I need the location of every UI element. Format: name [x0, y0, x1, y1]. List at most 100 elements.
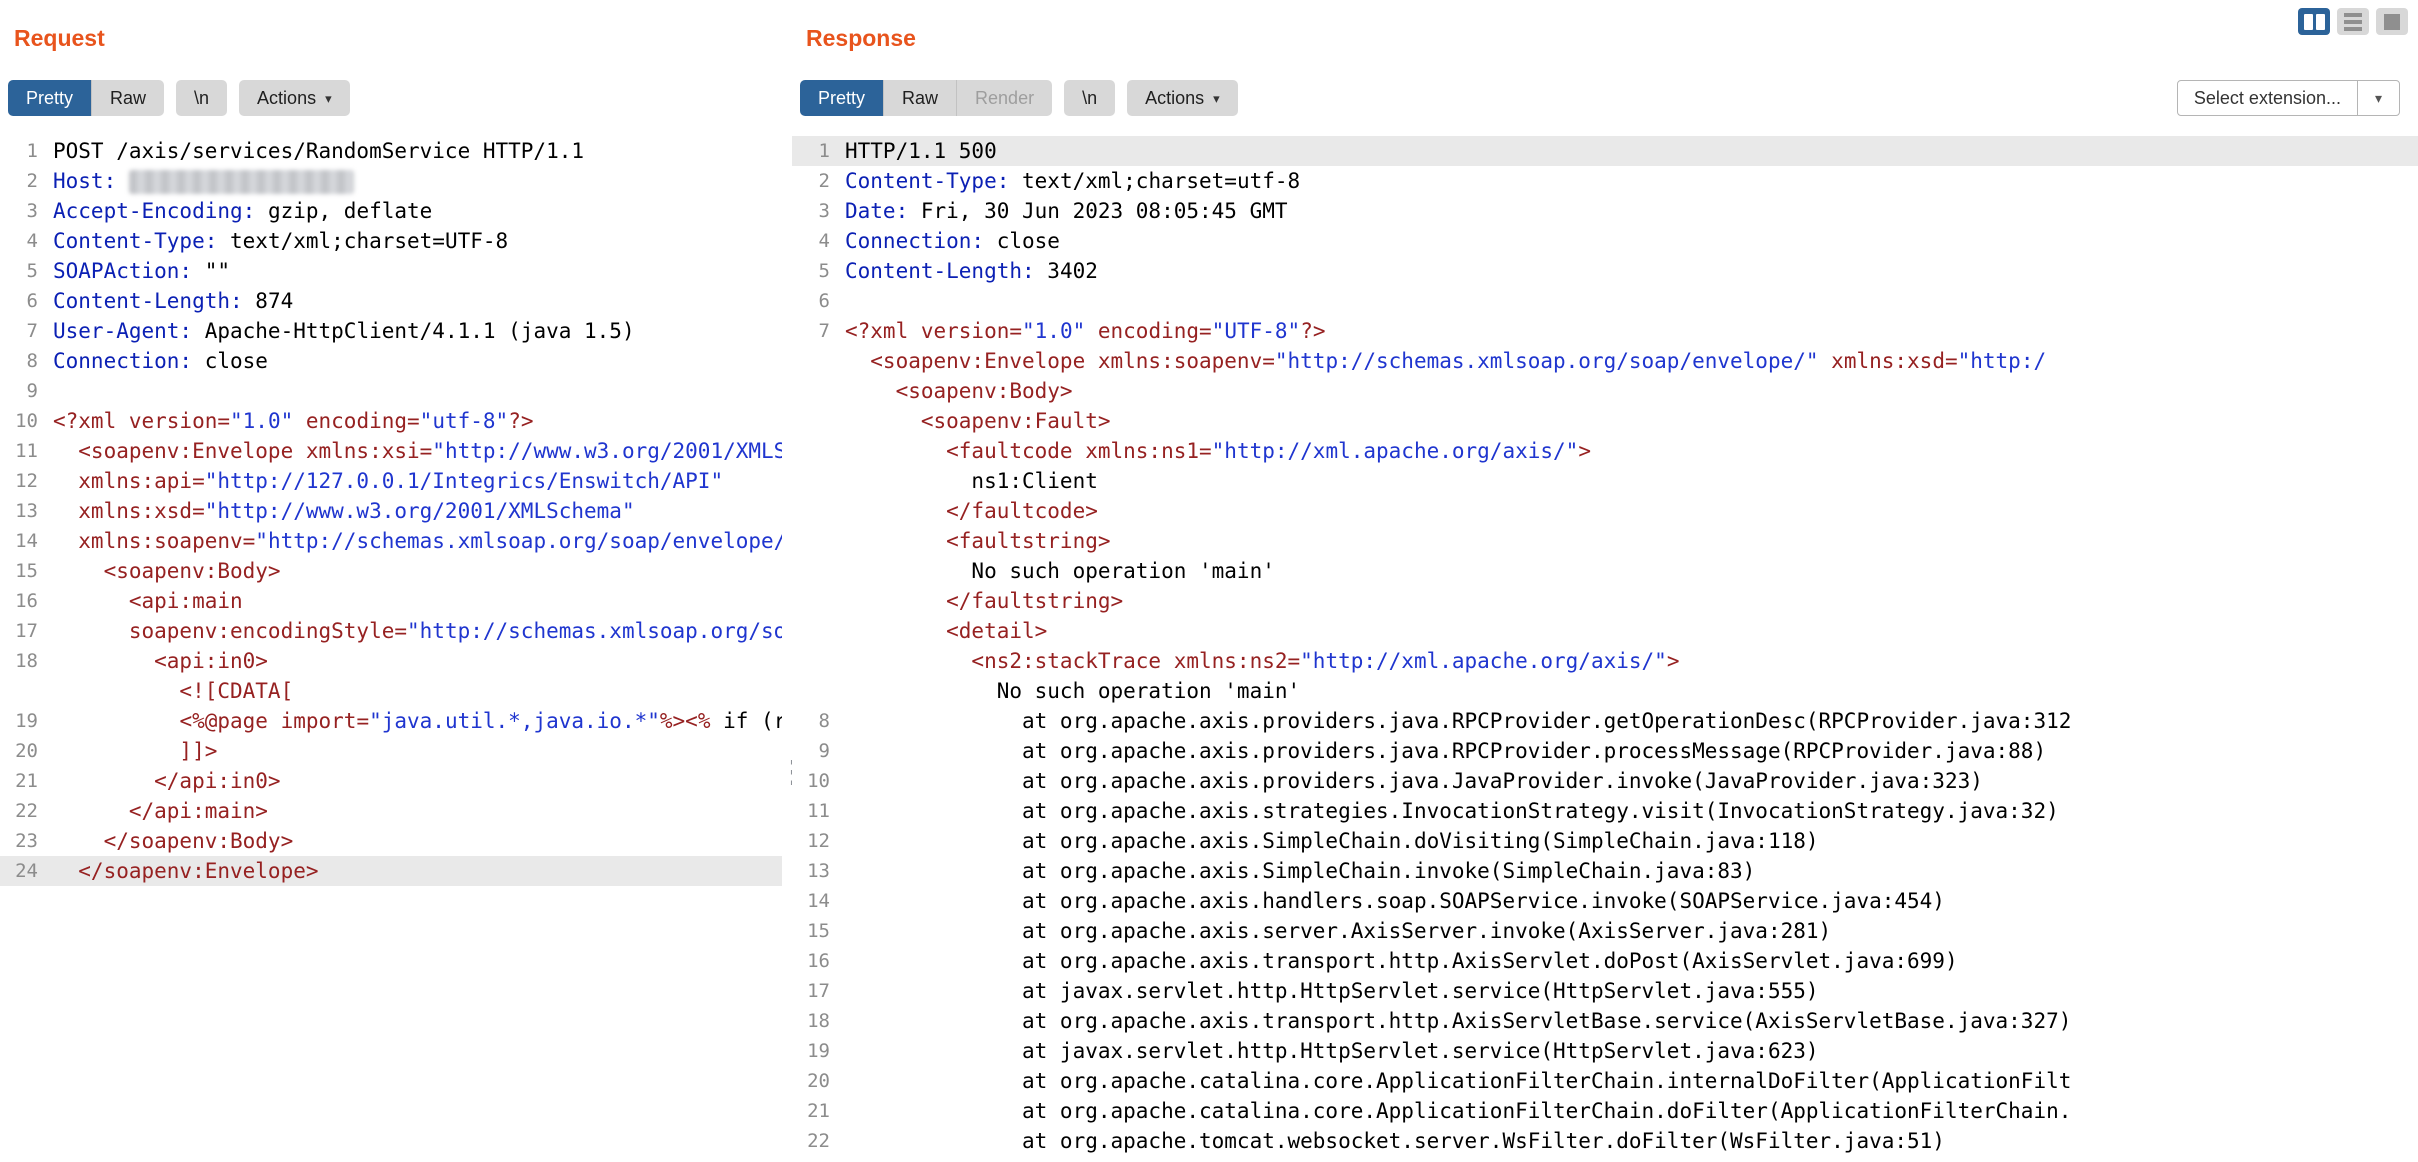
code-line[interactable]: 24 </soapenv:Envelope> — [0, 856, 782, 886]
code-line[interactable]: 3Date: Fri, 30 Jun 2023 08:05:45 GMT — [792, 196, 2418, 226]
code-line[interactable]: 22 </api:main> — [0, 796, 782, 826]
code-line[interactable]: <soapenv:Body> — [792, 376, 2418, 406]
code-token: <soapenv:Fault> — [845, 409, 1111, 433]
code-token: text/xml;charset=utf-8 — [1009, 169, 1300, 193]
code-line[interactable]: 4Connection: close — [792, 226, 2418, 256]
request-actions-button[interactable]: Actions ▾ — [239, 80, 350, 116]
code-line[interactable]: 4Content-Type: text/xml;charset=UTF-8 — [0, 226, 782, 256]
code-line[interactable]: 23 </soapenv:Body> — [0, 826, 782, 856]
code-line[interactable]: 15 <soapenv:Body> — [0, 556, 782, 586]
code-line[interactable]: 17 soapenv:encodingStyle="http://schemas… — [0, 616, 782, 646]
code-token: Content-Length: — [845, 259, 1035, 283]
code-line[interactable]: 17 at javax.servlet.http.HttpServlet.ser… — [792, 976, 2418, 1006]
code-token: Content-Type: — [53, 229, 217, 253]
columns-layout-icon[interactable] — [2298, 8, 2330, 35]
code-line[interactable]: 2Content-Type: text/xml;charset=utf-8 — [792, 166, 2418, 196]
code-line[interactable]: <soapenv:Envelope xmlns:soapenv="http://… — [792, 346, 2418, 376]
code-line[interactable]: 1POST /axis/services/RandomService HTTP/… — [0, 136, 782, 166]
code-line[interactable]: 14 at org.apache.axis.handlers.soap.SOAP… — [792, 886, 2418, 916]
response-actions-button[interactable]: Actions ▾ — [1127, 80, 1238, 116]
code-line[interactable]: 6 — [792, 286, 2418, 316]
code-token: at org.apache.catalina.core.ApplicationF… — [845, 1069, 2071, 1093]
code-token: "http://schemas.xmlsoap.org/soap/encodin… — [407, 619, 782, 643]
code-text: Date: Fri, 30 Jun 2023 08:05:45 GMT — [830, 199, 1288, 223]
request-tab-newline[interactable]: \n — [176, 80, 227, 116]
code-line[interactable]: 5SOAPAction: "" — [0, 256, 782, 286]
request-tab-raw[interactable]: Raw — [91, 80, 164, 116]
code-line[interactable]: 10<?xml version="1.0" encoding="utf-8"?> — [0, 406, 782, 436]
code-line[interactable]: 3Accept-Encoding: gzip, deflate — [0, 196, 782, 226]
code-text: <faultcode xmlns:ns1="http://xml.apache.… — [830, 439, 1591, 463]
code-token: "http://xml.apache.org/axis/" — [1212, 439, 1579, 463]
code-line[interactable]: 11 <soapenv:Envelope xmlns:xsi="http://w… — [0, 436, 782, 466]
code-line[interactable]: 16 at org.apache.axis.transport.http.Axi… — [792, 946, 2418, 976]
code-line[interactable]: <faultstring> — [792, 526, 2418, 556]
line-number: 13 — [792, 860, 830, 882]
code-line[interactable]: </faultstring> — [792, 586, 2418, 616]
code-token: <ns2:stackTrace xmlns:ns2= — [845, 649, 1300, 673]
code-line[interactable]: 16 <api:main — [0, 586, 782, 616]
single-layout-icon[interactable] — [2376, 8, 2408, 35]
code-line[interactable]: 13 at org.apache.axis.SimpleChain.invoke… — [792, 856, 2418, 886]
stacked-layout-icon[interactable] — [2337, 8, 2369, 35]
response-tab-render[interactable]: Render — [956, 80, 1052, 116]
code-line[interactable]: 7User-Agent: Apache-HttpClient/4.1.1 (ja… — [0, 316, 782, 346]
code-line[interactable]: 6Content-Length: 874 — [0, 286, 782, 316]
code-line[interactable]: 21 </api:in0> — [0, 766, 782, 796]
code-line[interactable]: 14 xmlns:soapenv="http://schemas.xmlsoap… — [0, 526, 782, 556]
code-line[interactable]: 13 xmlns:xsd="http://www.w3.org/2001/XML… — [0, 496, 782, 526]
response-tab-pretty[interactable]: Pretty — [800, 80, 883, 116]
code-line[interactable]: 12 xmlns:api="http://127.0.0.1/Integrics… — [0, 466, 782, 496]
code-line[interactable]: 5Content-Length: 3402 — [792, 256, 2418, 286]
code-line[interactable]: 22 at org.apache.tomcat.websocket.server… — [792, 1126, 2418, 1156]
response-tab-newline[interactable]: \n — [1064, 80, 1115, 116]
code-text: at org.apache.axis.SimpleChain.doVisitin… — [830, 829, 1819, 853]
request-editor[interactable]: 1POST /axis/services/RandomService HTTP/… — [0, 136, 782, 886]
code-token: "1.0" — [1022, 319, 1085, 343]
response-editor[interactable]: 1HTTP/1.1 5002Content-Type: text/xml;cha… — [792, 136, 2418, 1156]
code-line[interactable]: 2Host: — [0, 166, 782, 196]
code-line[interactable]: 11 at org.apache.axis.strategies.Invocat… — [792, 796, 2418, 826]
code-line[interactable]: <detail> — [792, 616, 2418, 646]
line-number: 18 — [0, 650, 38, 672]
code-line[interactable]: 15 at org.apache.axis.server.AxisServer.… — [792, 916, 2418, 946]
code-line[interactable]: 9 — [0, 376, 782, 406]
code-line[interactable]: No such operation 'main' — [792, 556, 2418, 586]
code-line[interactable]: <ns2:stackTrace xmlns:ns2="http://xml.ap… — [792, 646, 2418, 676]
code-token: <faultstring> — [845, 529, 1111, 553]
code-line[interactable]: 12 at org.apache.axis.SimpleChain.doVisi… — [792, 826, 2418, 856]
code-line[interactable]: ns1:Client — [792, 466, 2418, 496]
code-token: Content-Length: — [53, 289, 243, 313]
request-tab-pretty[interactable]: Pretty — [8, 80, 91, 116]
code-line[interactable]: 9 at org.apache.axis.providers.java.RPCP… — [792, 736, 2418, 766]
code-line[interactable]: <faultcode xmlns:ns1="http://xml.apache.… — [792, 436, 2418, 466]
code-token: "http:/ — [1958, 349, 2047, 373]
code-token: Apache-HttpClient/4.1.1 (java 1.5) — [192, 319, 635, 343]
code-token: "http://www.w3.org/2001/XMLSchema" — [205, 499, 635, 523]
code-line[interactable]: <![CDATA[ — [0, 676, 782, 706]
code-line[interactable]: 19 <%@page import="java.util.*,java.io.*… — [0, 706, 782, 736]
code-line[interactable]: 20 at org.apache.catalina.core.Applicati… — [792, 1066, 2418, 1096]
code-line[interactable]: 18 at org.apache.axis.transport.http.Axi… — [792, 1006, 2418, 1036]
code-line[interactable]: 21 at org.apache.catalina.core.Applicati… — [792, 1096, 2418, 1126]
code-text: at org.apache.axis.transport.http.AxisSe… — [830, 1009, 2071, 1033]
code-line[interactable]: 19 at javax.servlet.http.HttpServlet.ser… — [792, 1036, 2418, 1066]
line-number: 20 — [792, 1070, 830, 1092]
code-line[interactable]: 8 at org.apache.axis.providers.java.RPCP… — [792, 706, 2418, 736]
code-line[interactable]: 20 ]]> — [0, 736, 782, 766]
code-line[interactable]: 8Connection: close — [0, 346, 782, 376]
panel-splitter[interactable]: ⋮ — [782, 0, 792, 1162]
code-line[interactable]: 18 <api:in0> — [0, 646, 782, 676]
code-line[interactable]: 7<?xml version="1.0" encoding="UTF-8"?> — [792, 316, 2418, 346]
select-extension-dropdown[interactable]: Select extension... ▾ — [2177, 80, 2400, 116]
code-token: </soapenv:Body> — [53, 829, 293, 853]
code-line[interactable]: No such operation 'main' — [792, 676, 2418, 706]
code-text: Content-Type: text/xml;charset=UTF-8 — [38, 229, 508, 253]
code-line[interactable]: </faultcode> — [792, 496, 2418, 526]
line-number: 3 — [0, 200, 38, 222]
code-line[interactable]: <soapenv:Fault> — [792, 406, 2418, 436]
code-line[interactable]: 10 at org.apache.axis.providers.java.Jav… — [792, 766, 2418, 796]
response-tab-raw[interactable]: Raw — [883, 80, 956, 116]
line-number: 19 — [792, 1040, 830, 1062]
code-line[interactable]: 1HTTP/1.1 500 — [792, 136, 2418, 166]
